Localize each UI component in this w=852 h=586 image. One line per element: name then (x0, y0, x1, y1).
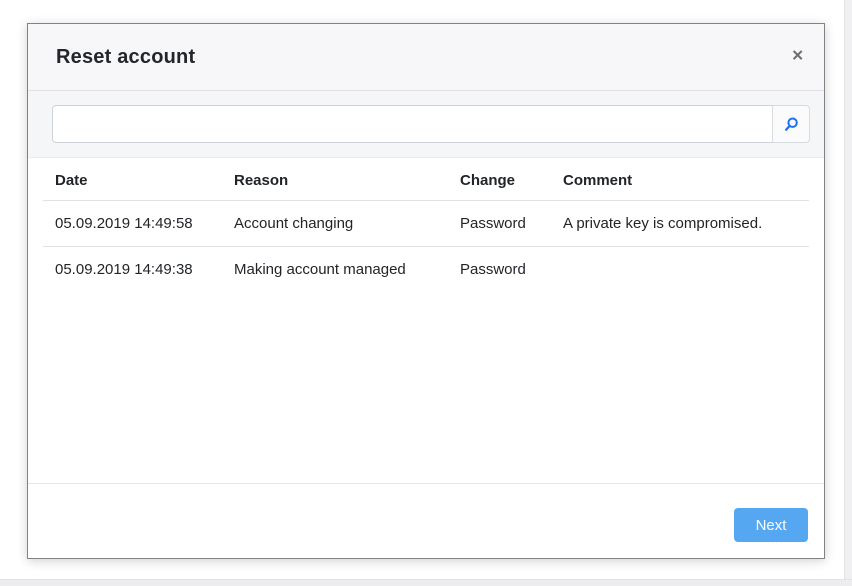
history-table: Date Reason Change Comment 05.09.2019 14… (43, 161, 809, 292)
table-row[interactable]: 05.09.2019 14:49:58Account changingPassw… (43, 201, 809, 247)
table-header-row: Date Reason Change Comment (43, 161, 809, 201)
table-row[interactable]: 05.09.2019 14:49:38Making account manage… (43, 247, 809, 293)
page-scrollbar-horizontal[interactable] (0, 579, 852, 586)
dialog-body: Date Reason Change Comment 05.09.2019 14… (28, 158, 824, 483)
table-cell: Password (448, 247, 551, 293)
search-icon (783, 116, 800, 133)
reset-account-dialog: Reset account ✕ Date Reason Change Comm (27, 23, 825, 559)
column-header-comment: Comment (551, 161, 809, 201)
close-icon: ✕ (791, 47, 804, 64)
close-button[interactable]: ✕ (787, 44, 808, 67)
table-cell: Password (448, 201, 551, 247)
table-cell: 05.09.2019 14:49:58 (43, 201, 222, 247)
table-cell: A private key is compromised. (551, 201, 809, 247)
table-cell: 05.09.2019 14:49:38 (43, 247, 222, 293)
page-scrollbar-vertical[interactable] (844, 0, 852, 586)
column-header-date: Date (43, 161, 222, 201)
column-header-change: Change (448, 161, 551, 201)
column-header-reason: Reason (222, 161, 448, 201)
search-button[interactable] (772, 105, 810, 143)
table-cell: Account changing (222, 201, 448, 247)
history-table-body: 05.09.2019 14:49:58Account changingPassw… (43, 201, 809, 293)
table-cell (551, 247, 809, 293)
search-input[interactable] (52, 105, 772, 143)
dialog-header: Reset account ✕ (28, 24, 824, 91)
search-section (28, 91, 824, 158)
dialog-footer: Next (28, 483, 824, 558)
next-button[interactable]: Next (734, 508, 808, 542)
page-title: Reset account (56, 46, 195, 69)
table-cell: Making account managed (222, 247, 448, 293)
